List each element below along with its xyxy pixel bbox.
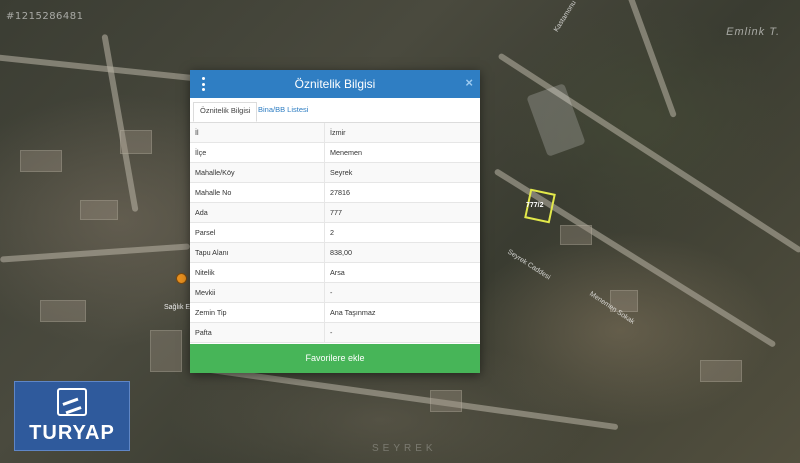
attribute-value: - bbox=[324, 322, 480, 343]
close-icon[interactable]: × bbox=[465, 75, 473, 90]
dialog-tabs: Öznitelik Bilgisi Bina/BB Listesi bbox=[190, 98, 480, 123]
attribute-value: 838,00 bbox=[324, 242, 480, 263]
area-label: SEYREK bbox=[372, 443, 437, 454]
table-row: İl İzmir bbox=[190, 123, 480, 143]
attribute-key: Nitelik bbox=[190, 262, 325, 283]
map-building bbox=[80, 200, 118, 220]
map-road bbox=[497, 52, 800, 254]
table-row: Mevkii - bbox=[190, 282, 480, 303]
add-to-favorites-button[interactable]: Favorilere ekle bbox=[190, 344, 480, 373]
map-road bbox=[201, 365, 619, 431]
map-road bbox=[602, 0, 678, 118]
attribute-key: Mahalle No bbox=[190, 182, 325, 203]
attribute-value: 777 bbox=[324, 202, 480, 223]
map-building bbox=[20, 150, 62, 172]
road-label: Seyrek Caddesi bbox=[506, 248, 552, 282]
table-row: Mahalle/Köy Seyrek bbox=[190, 162, 480, 183]
corner-watermark-text: Emlink T. bbox=[726, 26, 780, 38]
map-building bbox=[40, 300, 86, 322]
logo-text: TURYAP bbox=[29, 422, 115, 444]
attribute-value: 27816 bbox=[324, 182, 480, 203]
attribute-value: İzmir bbox=[324, 123, 480, 143]
attribute-key: Mevkii bbox=[190, 282, 325, 303]
attribute-key: İlçe bbox=[190, 142, 325, 163]
dialog-title: Öznitelik Bilgisi bbox=[294, 77, 376, 91]
map-building bbox=[560, 225, 592, 245]
table-row: Nitelik Arsa bbox=[190, 262, 480, 283]
attribute-key: Tapu Alanı bbox=[190, 242, 325, 263]
map-building bbox=[700, 360, 742, 382]
parcel-label: 777/2 bbox=[526, 202, 544, 209]
attribute-key: Mahalle/Köy bbox=[190, 162, 325, 183]
attribute-value: Menemen bbox=[324, 142, 480, 163]
handshake-icon bbox=[57, 388, 87, 416]
tab-building-list[interactable]: Bina/BB Listesi bbox=[252, 102, 314, 122]
attribute-key: Ada bbox=[190, 202, 325, 223]
table-row: Parsel 2 bbox=[190, 222, 480, 243]
table-row: Ada 777 bbox=[190, 202, 480, 223]
attribute-value: - bbox=[324, 282, 480, 303]
map-building bbox=[150, 330, 182, 372]
attribute-key: İl bbox=[190, 123, 325, 143]
table-row: Pafta - bbox=[190, 322, 480, 343]
map-road bbox=[0, 243, 190, 263]
attribute-value: Arsa bbox=[324, 262, 480, 283]
attribute-key: Zemin Tip bbox=[190, 302, 325, 323]
attribute-key: Pafta bbox=[190, 322, 325, 343]
attribute-value: Seyrek bbox=[324, 162, 480, 183]
attribute-key: Parsel bbox=[190, 222, 325, 243]
turyap-logo: TURYAP bbox=[14, 381, 130, 451]
dialog-header: Öznitelik Bilgisi × bbox=[190, 70, 480, 98]
table-row: İlçe Menemen bbox=[190, 142, 480, 163]
map-road bbox=[101, 33, 139, 213]
attribute-info-dialog: Öznitelik Bilgisi × Öznitelik Bilgisi Bi… bbox=[190, 70, 480, 373]
table-row: Zemin Tip Ana Taşınmaz bbox=[190, 302, 480, 323]
table-row: Tapu Alanı 838,00 bbox=[190, 242, 480, 263]
attribute-value: Ana Taşınmaz bbox=[324, 302, 480, 323]
attribute-table: İl İzmir İlçe Menemen Mahalle/Köy Seyrek Ma… bbox=[190, 123, 480, 343]
map-building bbox=[120, 130, 152, 154]
map-building bbox=[430, 390, 462, 412]
attribute-value: 2 bbox=[324, 222, 480, 243]
tab-attribute-info[interactable]: Öznitelik Bilgisi bbox=[193, 102, 258, 122]
table-row: Mahalle No 27816 bbox=[190, 182, 480, 203]
watermark-shape bbox=[526, 83, 586, 157]
map-pin-icon[interactable] bbox=[176, 273, 187, 284]
road-label: Kastamonu Caddesi bbox=[553, 0, 593, 34]
stock-id-text: #1215286481 bbox=[6, 11, 84, 22]
